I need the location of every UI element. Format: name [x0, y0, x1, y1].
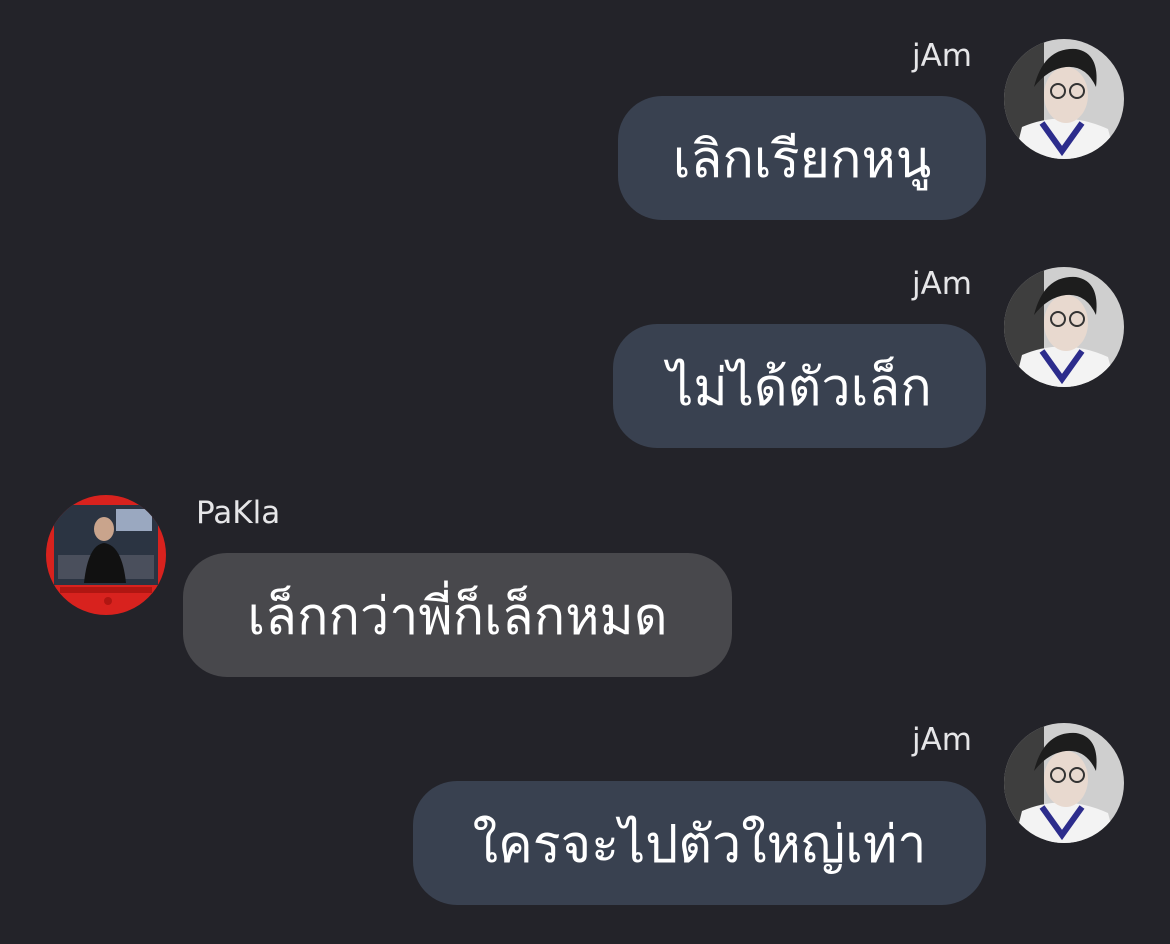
- sender-name: jAm: [911, 722, 972, 758]
- contact-avatar-icon[interactable]: [46, 495, 166, 615]
- user-avatar-icon[interactable]: [1004, 39, 1124, 159]
- sender-name: jAm: [911, 266, 972, 302]
- message-bubble[interactable]: ใครจะไปตัวใหญ่เท่า: [413, 781, 986, 905]
- message-bubble[interactable]: เลิกเรียกหนู: [618, 96, 986, 220]
- sender-name: PaKla: [196, 495, 281, 531]
- message-text: เล็กกว่าพี่ก็เล็กหมด: [247, 586, 668, 647]
- sender-name: jAm: [911, 38, 972, 74]
- message-text: ไม่ได้ตัวเล็ก: [667, 357, 932, 418]
- user-avatar-icon[interactable]: [1004, 723, 1124, 843]
- message-bubble[interactable]: ไม่ได้ตัวเล็ก: [613, 324, 986, 448]
- user-avatar-icon[interactable]: [1004, 267, 1124, 387]
- message-text: เลิกเรียกหนู: [672, 129, 932, 190]
- message-text: ใครจะไปตัวใหญ่เท่า: [472, 814, 927, 875]
- message-bubble[interactable]: เล็กกว่าพี่ก็เล็กหมด: [183, 553, 732, 677]
